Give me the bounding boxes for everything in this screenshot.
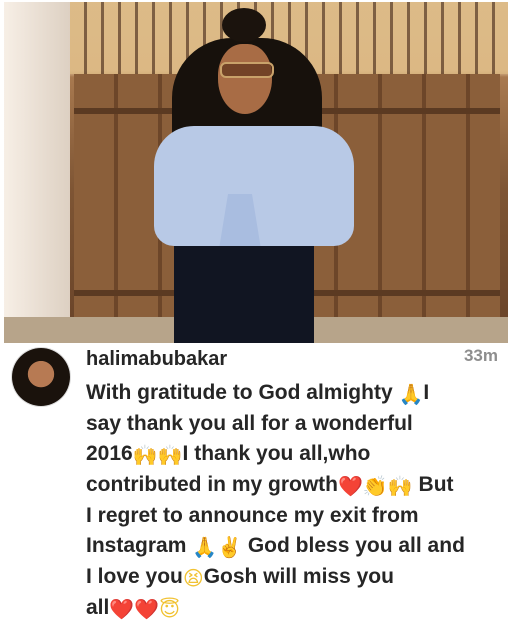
clap-emoji-icon: 👏🙌 (362, 474, 413, 498)
username[interactable]: halimabubakar (86, 348, 227, 371)
caption-line: I love you😫Gosh will miss you (86, 562, 496, 593)
person-pants (174, 246, 314, 343)
caption-line: all❤️❤️😇 (86, 593, 496, 624)
heart-emoji-icon: ❤️ (134, 597, 160, 621)
caption-text: With gratitude to God almighty 🙏I say th… (86, 378, 496, 624)
caption-line: With gratitude to God almighty 🙏I (86, 378, 496, 409)
caption-line: Instagram 🙏 ✌️ God bless you all and (86, 531, 496, 562)
person-hair-bun (222, 8, 266, 42)
tired-face-emoji-icon: 😫 (182, 566, 204, 590)
avatar[interactable] (12, 348, 70, 406)
caption-line: I regret to announce my exit from (86, 504, 419, 527)
heart-emoji-icon: ❤️ (338, 474, 363, 498)
caption-line: say thank you all for a wonderful (86, 412, 413, 435)
timestamp: 33m (463, 346, 498, 365)
angel-emoji-icon: 😇 (159, 597, 181, 621)
instagram-post: halimabubakar 33m With gratitude to God … (0, 0, 516, 621)
person-face (218, 44, 272, 114)
pray-emoji-icon: 🙏 (192, 535, 218, 559)
heart-emoji-icon: ❤️ (109, 597, 135, 621)
photo-person (154, 8, 354, 343)
victory-hand-emoji-icon: ✌️ (217, 535, 243, 559)
photo-wall (4, 2, 70, 343)
caption-line: contributed in my growth❤️👏🙌 But (86, 470, 496, 501)
caption-line: 2016🙌🙌I thank you all,who (86, 439, 496, 470)
post-photo (4, 2, 508, 343)
post-caption-area: halimabubakar 33m With gratitude to God … (4, 344, 508, 621)
pray-emoji-icon: 🙏 (398, 382, 424, 406)
raised-hands-emoji-icon: 🙌🙌 (132, 443, 183, 467)
sunglasses-icon (220, 62, 274, 78)
